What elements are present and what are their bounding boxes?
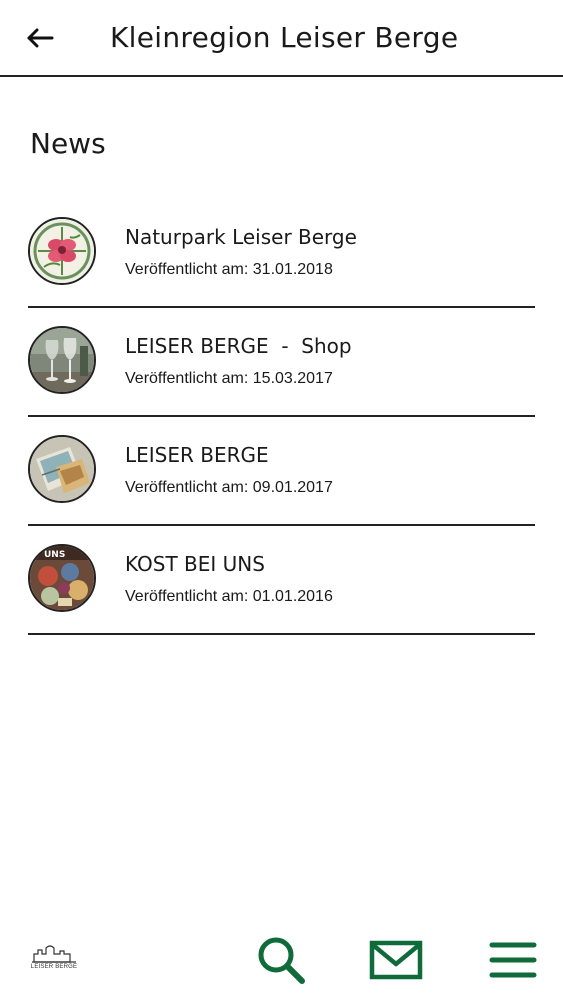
menu-icon: [489, 942, 537, 978]
news-item-date: Veröffentlicht am: 01.01.2016: [125, 588, 333, 605]
food-collage-thumbnail: UNS: [28, 544, 96, 612]
news-item[interactable]: LEISER BERGE - Shop Veröffentlicht am: 1…: [28, 308, 535, 417]
menu-button[interactable]: [485, 932, 541, 988]
back-button[interactable]: [20, 18, 60, 58]
leiser-berge-logo[interactable]: LEISER BERGE: [30, 942, 78, 978]
news-item[interactable]: Naturpark Leiser Berge Veröffentlicht am…: [28, 199, 535, 308]
news-item[interactable]: UNS KOST BEI UNS Veröffentlicht am: 01.0…: [28, 526, 535, 635]
mail-button[interactable]: [368, 932, 424, 988]
news-item-title: KOST BEI UNS: [125, 552, 265, 576]
wine-glasses-thumbnail: [28, 326, 96, 394]
news-list: Naturpark Leiser Berge Veröffentlicht am…: [28, 199, 535, 635]
logo-text: LEISER BERGE: [30, 964, 78, 970]
news-item[interactable]: LEISER BERGE Veröffentlicht am: 09.01.20…: [28, 417, 535, 526]
arrow-left-icon: [27, 28, 54, 48]
page-title: Kleinregion Leiser Berge: [110, 21, 459, 54]
mail-icon: [369, 940, 423, 980]
app-header: Kleinregion Leiser Berge: [0, 0, 563, 77]
news-item-title: LEISER BERGE - Shop: [125, 334, 352, 358]
svg-text:UNS: UNS: [44, 550, 65, 560]
search-button[interactable]: [253, 932, 309, 988]
news-item-date: Veröffentlicht am: 31.01.2018: [125, 261, 333, 278]
flower-seal-thumbnail: [28, 217, 96, 285]
bottom-navigation: LEISER BERGE: [0, 920, 563, 1000]
brochure-thumbnail: [28, 435, 96, 503]
news-item-title: Naturpark Leiser Berge: [125, 225, 357, 249]
news-item-date: Veröffentlicht am: 15.03.2017: [125, 370, 333, 387]
section-title: News: [30, 127, 106, 160]
castle-logo-icon: [32, 945, 76, 963]
news-item-title: LEISER BERGE: [125, 443, 269, 467]
search-icon: [258, 937, 305, 984]
news-item-date: Veröffentlicht am: 09.01.2017: [125, 479, 333, 496]
